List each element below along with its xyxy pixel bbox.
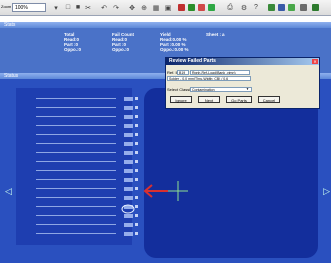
component-strip bbox=[36, 197, 116, 198]
component-pad[interactable] bbox=[124, 96, 133, 101]
redo-icon[interactable]: ↷ bbox=[112, 3, 120, 12]
component-dot bbox=[135, 97, 138, 100]
component-strip bbox=[36, 224, 116, 225]
dialog-title: Review Failed Parts bbox=[166, 58, 319, 65]
component-pad[interactable] bbox=[124, 123, 133, 128]
nav-right-icon[interactable]: ▷ bbox=[323, 186, 330, 197]
board-area[interactable] bbox=[144, 88, 318, 258]
fail-tool-icon[interactable] bbox=[198, 4, 205, 11]
component-pad[interactable] bbox=[124, 141, 133, 146]
view2-icon[interactable] bbox=[278, 4, 285, 11]
settings-icon[interactable]: ⚙ bbox=[240, 3, 248, 12]
ref-id-field[interactable]: B19 bbox=[177, 70, 189, 75]
nav-left-icon[interactable]: ◁ bbox=[5, 186, 12, 197]
component-pad[interactable] bbox=[124, 159, 133, 164]
component-strip bbox=[36, 179, 116, 180]
component-pad[interactable] bbox=[124, 222, 133, 227]
component-strip bbox=[36, 107, 116, 108]
component-dot bbox=[135, 151, 138, 154]
component-strip bbox=[36, 161, 116, 162]
help-icon[interactable]: ? bbox=[252, 3, 260, 12]
component-dot bbox=[135, 178, 138, 181]
ring bbox=[121, 204, 135, 214]
component-pad[interactable] bbox=[124, 132, 133, 137]
component-pad[interactable] bbox=[124, 114, 133, 119]
fail-oppo: Oppo.:0 bbox=[112, 47, 129, 52]
view3-icon[interactable] bbox=[288, 4, 295, 11]
component-dot bbox=[135, 142, 138, 145]
view1-icon[interactable] bbox=[268, 4, 275, 11]
go-parts-button[interactable]: Go Parts bbox=[226, 96, 252, 103]
crosshair bbox=[168, 181, 188, 201]
sheet-value: a bbox=[222, 32, 225, 37]
component-strip bbox=[36, 215, 116, 216]
component-pad[interactable] bbox=[124, 105, 133, 110]
select-icon[interactable]: ▣ bbox=[164, 3, 172, 12]
component-strip bbox=[36, 134, 116, 135]
component-dot bbox=[135, 205, 138, 208]
ignore-button[interactable]: Ignore bbox=[170, 96, 192, 103]
toolbar: Zoom 100% ▾ □ ■ ✂ ↶ ↷ ✥ ⊕ ▦ ▣ ⎙ ⚙ ? bbox=[0, 0, 331, 16]
print-icon[interactable]: ⎙ bbox=[226, 3, 234, 12]
component-strip bbox=[36, 98, 116, 99]
red-tool-icon[interactable] bbox=[178, 4, 185, 11]
component-strip bbox=[36, 116, 116, 117]
component-strip bbox=[36, 206, 116, 207]
component-strip bbox=[36, 170, 116, 171]
selection-ring bbox=[121, 204, 135, 214]
chevron-down-icon[interactable]: ▼ bbox=[246, 87, 249, 92]
component-dot bbox=[135, 115, 138, 118]
component-pad[interactable] bbox=[124, 186, 133, 191]
cut-icon[interactable]: ✂ bbox=[84, 3, 92, 12]
view5-icon[interactable] bbox=[312, 4, 319, 11]
component-dot bbox=[135, 169, 138, 172]
component-dot bbox=[135, 214, 138, 217]
zoom-icon[interactable]: ⊕ bbox=[140, 3, 148, 12]
pass-tool-icon[interactable] bbox=[208, 4, 215, 11]
save-icon[interactable]: ■ bbox=[74, 3, 82, 12]
cancel-button[interactable]: Cancel bbox=[258, 96, 280, 103]
arrow-icon[interactable]: ▾ bbox=[52, 3, 60, 12]
next-button[interactable]: Next bbox=[198, 96, 220, 103]
component-dot bbox=[135, 124, 138, 127]
component-strip bbox=[36, 188, 116, 189]
undo-icon[interactable]: ↶ bbox=[100, 3, 108, 12]
component-dot bbox=[135, 160, 138, 163]
component-dot bbox=[135, 133, 138, 136]
grid-icon[interactable]: ▦ bbox=[152, 3, 160, 12]
component-pad[interactable] bbox=[124, 195, 133, 200]
component-strip bbox=[36, 152, 116, 153]
component-strip bbox=[36, 143, 116, 144]
total-oppo: Oppo.:0 bbox=[64, 47, 81, 52]
new-icon[interactable]: □ bbox=[64, 3, 72, 12]
component-pad[interactable] bbox=[124, 150, 133, 155]
component-strip bbox=[36, 125, 116, 126]
ref-desc-field[interactable]: Rgnh-Ref-Load(Bank .vimn) bbox=[190, 70, 250, 75]
move-icon[interactable]: ✥ bbox=[128, 3, 136, 12]
component-pad[interactable] bbox=[124, 231, 133, 236]
component-dot bbox=[135, 106, 138, 109]
component-strip bbox=[36, 233, 116, 234]
zoom-label: Zoom bbox=[1, 4, 12, 9]
classification-select[interactable]: Contamination bbox=[190, 87, 252, 92]
component-dot bbox=[135, 232, 138, 235]
component-dot bbox=[135, 196, 138, 199]
green-tool-icon[interactable] bbox=[188, 4, 195, 11]
component-region[interactable] bbox=[16, 88, 132, 245]
yield-oppo: Oppo.:0.00 % bbox=[160, 47, 189, 52]
sheet-label: Sheet : bbox=[206, 32, 222, 37]
component-dot bbox=[135, 223, 138, 226]
view4-icon[interactable] bbox=[300, 4, 307, 11]
component-dot bbox=[135, 187, 138, 190]
component-pad[interactable] bbox=[124, 177, 133, 182]
component-pad[interactable] bbox=[124, 168, 133, 173]
zoom-select[interactable]: 100% bbox=[12, 3, 46, 12]
close-icon[interactable]: ✕ bbox=[312, 59, 318, 64]
defect-comment-field[interactable]: Solder - 0.0 mm(Thru-Width: CB) / 0.6 bbox=[167, 76, 251, 81]
